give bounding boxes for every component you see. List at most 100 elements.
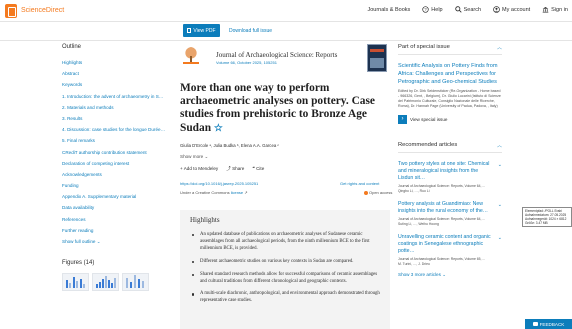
elsevier-tree-logo-icon xyxy=(180,44,202,66)
author-list[interactable]: Giulia D'Ercole ᵃ, Julia Budka ᵇ, Elena … xyxy=(180,143,279,148)
outline-item[interactable]: Data availability xyxy=(62,202,174,213)
feedback-button[interactable]: FEEDBACK xyxy=(525,319,572,329)
pdf-icon xyxy=(187,28,192,33)
top-navigation: Journals & Books ? Help Search My accoun… xyxy=(367,6,568,13)
chevron-down-icon[interactable]: ⌄ xyxy=(498,202,502,208)
license-link[interactable]: license xyxy=(231,190,243,195)
right-sidebar: Part of special issue ︿ Scientific Analy… xyxy=(398,44,502,278)
outline-item[interactable]: CRediT authorship contribution statement xyxy=(62,147,174,158)
nav-sign-in-label: Sign in xyxy=(551,6,568,13)
recommended-item[interactable]: Pottery analysis at Guandimiao: New insi… xyxy=(398,201,502,226)
chevron-up-icon: ︿ xyxy=(496,45,502,51)
recommended-header[interactable]: Recommended articles ︿ xyxy=(398,142,502,154)
outline-item[interactable]: Keywords xyxy=(62,79,174,90)
journal-name[interactable]: Journal of Archaeological Science: Repor… xyxy=(216,51,337,59)
nav-sign-in[interactable]: Sign in xyxy=(542,6,568,13)
highlight-item: A multi-scale diachronic, anthropologica… xyxy=(190,291,380,305)
outline-title: Outline xyxy=(62,44,82,50)
doi-link[interactable]: https://doi.org/10.1016/j.jasrep.2025.10… xyxy=(180,181,258,186)
help-icon: ? xyxy=(422,6,429,13)
nav-help[interactable]: ? Help xyxy=(422,6,443,13)
show-more-articles-label: Show 3 more articles xyxy=(398,272,441,278)
recommended-item[interactable]: Two pottery styles at one site: Chemical… xyxy=(398,161,502,193)
recommended-title[interactable]: Unravelling ceramic content and organic … xyxy=(398,234,494,255)
outline-item[interactable]: Abstract xyxy=(62,68,174,79)
show-more-button[interactable]: Show more ⌄ xyxy=(180,154,208,160)
journal-cover-image[interactable] xyxy=(367,44,387,72)
recommended-authors: Qingbo Li, …, Ruo Li xyxy=(398,189,430,194)
cite-button[interactable]: ❝ Cite xyxy=(252,166,264,172)
special-issue-heading: Part of special issue xyxy=(398,44,450,50)
download-full-issue-link[interactable]: Download full issue xyxy=(229,28,272,34)
chevron-down-icon: ⌄ xyxy=(204,154,209,159)
external-link-icon: ↗ xyxy=(244,190,248,195)
outline-sidebar: Outline Highlights Abstract Keywords 1. … xyxy=(62,44,174,291)
share-button[interactable]: ⤴ Share xyxy=(226,166,244,172)
chevron-down-icon: ⌄ xyxy=(442,272,447,278)
user-icon xyxy=(493,6,500,13)
nav-my-account-label: My account xyxy=(502,6,531,13)
star-icon[interactable]: ☆ xyxy=(214,123,223,134)
recommended-title[interactable]: Pottery analysis at Guandimiao: New insi… xyxy=(398,201,494,215)
figure-thumbnail[interactable] xyxy=(122,273,149,291)
recommended-articles: Recommended articles ︿ Two pottery style… xyxy=(398,142,502,278)
special-issue-title[interactable]: Scientific Analysis on Pottery Finds fro… xyxy=(398,63,502,86)
share-label: Share xyxy=(232,166,245,171)
outline-item[interactable]: 4. Discussion: case studies for the long… xyxy=(62,124,174,135)
view-pdf-button[interactable]: View PDF xyxy=(183,24,220,37)
recommended-source: Journal of Archaeological Science: Repor… xyxy=(398,184,485,189)
article-title: More than one way to perform archaeometr… xyxy=(180,82,392,135)
chevron-up-icon: ︿ xyxy=(496,143,502,150)
nav-journals-books-label: Journals & Books xyxy=(367,6,411,13)
outline-item[interactable]: Declaration of competing interest xyxy=(62,158,174,169)
add-to-mendeley-button[interactable]: + Add to Mendeley xyxy=(180,166,218,172)
recommended-title[interactable]: Two pottery styles at one site: Chemical… xyxy=(398,161,494,182)
outline-item[interactable]: Acknowledgements xyxy=(62,169,174,180)
rights-link[interactable]: Get rights and content xyxy=(340,181,379,186)
outline-item[interactable]: Highlights xyxy=(62,57,174,68)
image-info-tooltip: Elementpfad: /POLL Erabi Aufnahmedatum: … xyxy=(522,207,572,228)
cite-label: Cite xyxy=(256,166,265,171)
outline-item[interactable]: 3. Results xyxy=(62,113,174,124)
recommended-heading: Recommended articles xyxy=(398,142,458,149)
article-actions: + Add to Mendeley ⤴ Share ❝ Cite xyxy=(180,166,264,172)
nav-help-label: Help xyxy=(431,6,443,13)
view-special-issue-button[interactable]: › View special issue xyxy=(398,115,502,125)
nav-journals-books[interactable]: Journals & Books xyxy=(367,6,410,13)
figure-thumbnail[interactable] xyxy=(92,273,119,291)
top-bar: ScienceDirect Journals & Books ? Help Se… xyxy=(0,0,572,22)
nav-my-account[interactable]: My account xyxy=(493,6,530,13)
highlights-section: Highlights An updated database of public… xyxy=(180,210,390,329)
open-access-label: Open access xyxy=(369,190,393,195)
nav-search-label: Search xyxy=(463,6,482,13)
figure-thumbnails xyxy=(62,273,174,291)
outline-item[interactable]: 1. Introduction: the advent of archaeome… xyxy=(62,91,174,102)
sciencedirect-logo[interactable]: ScienceDirect xyxy=(5,4,64,18)
chevron-down-icon[interactable]: ⌄ xyxy=(498,235,502,241)
recommended-item[interactable]: Unravelling ceramic content and organic … xyxy=(398,234,502,266)
show-more-label: Show more xyxy=(180,154,204,159)
outline-list: Highlights Abstract Keywords 1. Introduc… xyxy=(62,57,174,236)
special-issue-header[interactable]: Part of special issue ︿ xyxy=(398,44,502,55)
highlight-item: Shared standard research methods allow f… xyxy=(190,272,380,286)
show-full-outline-button[interactable]: Show full outline ⌄ xyxy=(62,239,174,245)
outline-item[interactable]: 5. Final remarks xyxy=(62,135,174,146)
outline-item[interactable]: Funding xyxy=(62,180,174,191)
outline-item[interactable]: Further reading xyxy=(62,225,174,236)
outline-item[interactable]: References xyxy=(62,214,174,225)
institution-icon xyxy=(542,7,549,13)
figure-thumbnail[interactable] xyxy=(62,273,89,291)
add-to-mendeley-label: Add to Mendeley xyxy=(183,166,219,171)
show-full-outline-label: Show full outline xyxy=(62,239,96,244)
outline-item[interactable]: Appendix A. Supplementary material xyxy=(62,191,174,202)
nav-search[interactable]: Search xyxy=(454,6,482,13)
journal-volume[interactable]: Volume 66, October 2025, 105251 xyxy=(216,60,277,65)
highlights-title: Highlights xyxy=(190,216,220,224)
chevron-down-icon[interactable]: ⌄ xyxy=(498,162,502,168)
open-access-icon xyxy=(364,190,368,195)
elsevier-logo-icon xyxy=(5,4,17,18)
tooltip-line: Größe: 3.47 MB xyxy=(525,221,548,226)
outline-item[interactable]: 2. Materials and methods xyxy=(62,102,174,113)
special-issue-editors: Edited by Dr. Dirk Seidensticker (Re-Org… xyxy=(398,89,501,109)
show-more-articles-button[interactable]: Show 3 more articles ⌄ xyxy=(398,272,502,278)
